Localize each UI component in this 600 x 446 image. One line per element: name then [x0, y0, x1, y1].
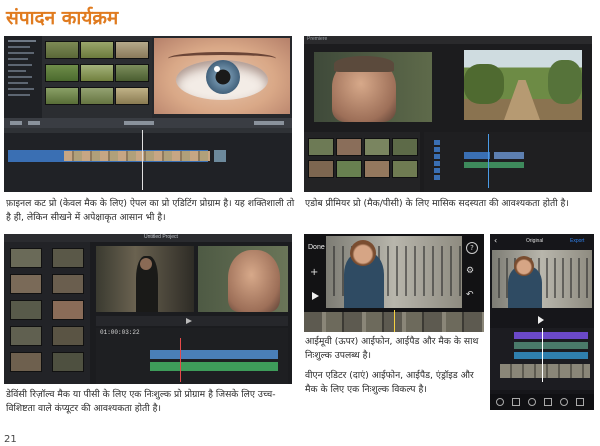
vn-editor-screenshot: ‹ Original Export — [490, 234, 594, 410]
page-title: संपादन कार्यक्रम — [6, 7, 119, 29]
clip-thumbnail[interactable] — [364, 138, 390, 156]
clip-thumbnail[interactable] — [10, 300, 42, 320]
timeline-clip[interactable] — [434, 140, 440, 180]
timeline-clip[interactable] — [514, 342, 588, 349]
premiere-caption: एडोब प्रीमियर प्रो (मैक/पीसी) के लिए मास… — [305, 198, 569, 209]
timeline — [424, 132, 592, 192]
timeline-clip[interactable] — [150, 362, 278, 371]
playhead[interactable] — [542, 328, 543, 382]
clip-thumbnail[interactable] — [52, 352, 84, 372]
bottom-toolbar — [490, 394, 594, 410]
play-icon[interactable] — [186, 318, 192, 324]
clip-thumbnail[interactable] — [80, 41, 114, 59]
project-title: Untitled Project — [144, 234, 178, 240]
timeline-clip[interactable] — [514, 352, 588, 359]
export-button[interactable]: Export — [570, 238, 584, 244]
clip-thumbnail[interactable] — [80, 64, 114, 82]
clip-thumbnail[interactable] — [10, 352, 42, 372]
app-menu-bar: Untitled Project — [4, 234, 292, 242]
timeline-viewer — [198, 246, 288, 312]
clip-thumbnail[interactable] — [45, 87, 79, 105]
premiere-pro-screenshot: Premiere — [304, 36, 592, 192]
undo-icon[interactable]: ↶ — [466, 290, 476, 300]
clip-thumbnail[interactable] — [52, 300, 84, 320]
clip-thumbnail[interactable] — [45, 64, 79, 82]
video-preview — [492, 250, 592, 308]
aspect-ratio-selector[interactable]: Original — [526, 238, 543, 244]
timeline-clip[interactable] — [500, 364, 590, 378]
media-pool — [4, 242, 90, 384]
info-icon[interactable]: ? — [466, 242, 478, 254]
clip-thumbnail[interactable] — [52, 274, 84, 294]
clip-thumbnail[interactable] — [392, 138, 418, 156]
clip-thumbnail[interactable] — [10, 326, 42, 346]
program-monitor — [464, 50, 582, 120]
play-icon[interactable] — [538, 316, 544, 324]
vn-caption: वीएन एडिटर (दाएं) आईफोन, आईपैड, एंड्रॉइड… — [305, 370, 474, 395]
imovie-caption: आईमूवी (ऊपर) आईफोन, आईपैड और मैक के साथ … — [305, 336, 479, 361]
page-number: 21 — [4, 434, 17, 445]
davinci-resolve-screenshot: Untitled Project 01:00:03:22 — [4, 234, 292, 384]
final-cut-pro-screenshot — [4, 36, 292, 192]
clip-thumbnail[interactable] — [115, 87, 149, 105]
resolve-caption: डेविंसी रिज़ॉल्व मैक या पीसी के लिए एक न… — [6, 389, 276, 414]
clip-browser — [42, 36, 152, 118]
clip-thumbnail[interactable] — [364, 160, 390, 178]
clip-thumbnail[interactable] — [80, 87, 114, 105]
clip-thumbnail[interactable] — [115, 64, 149, 82]
timeline-clip[interactable] — [464, 162, 524, 168]
gear-icon[interactable]: ⚙ — [466, 266, 476, 276]
clip-thumbnail[interactable] — [115, 41, 149, 59]
play-icon[interactable] — [312, 292, 319, 300]
clip-thumbnail[interactable] — [308, 160, 334, 178]
timeline — [4, 128, 292, 192]
transport-controls — [96, 316, 288, 326]
final-cut-caption: फ़ाइनल कट प्रो (केवल मैक के लिए) ऐपल का … — [6, 198, 295, 223]
timecode: 01:00:03:22 — [100, 329, 140, 336]
clip-thumbnail[interactable] — [308, 138, 334, 156]
source-monitor — [314, 52, 432, 122]
app-menu-bar: Premiere — [304, 36, 592, 44]
clip-thumbnail[interactable] — [10, 248, 42, 268]
chevron-left-icon[interactable]: ‹ — [494, 236, 497, 245]
clip-thumbnail[interactable] — [52, 326, 84, 346]
playhead[interactable] — [180, 338, 181, 382]
done-button[interactable]: Done — [308, 244, 325, 251]
imovie-screenshot: Done + ? ⚙ ↶ — [304, 234, 484, 332]
toolbar — [4, 118, 292, 128]
clip-thumbnail[interactable] — [45, 41, 79, 59]
video-preview — [326, 236, 462, 308]
app-label: Premiere — [307, 36, 328, 42]
clip-thumbnail[interactable] — [392, 160, 418, 178]
clip-thumbnail[interactable] — [336, 160, 362, 178]
clip-thumbnail[interactable] — [336, 138, 362, 156]
timeline-tracks — [490, 328, 594, 390]
clip-thumbnail[interactable] — [10, 274, 42, 294]
plus-icon[interactable]: + — [310, 268, 318, 278]
project-panel — [304, 132, 420, 192]
playhead[interactable] — [488, 134, 489, 188]
playhead[interactable] — [394, 310, 395, 332]
source-viewer — [96, 246, 194, 312]
timeline-clip[interactable] — [464, 152, 490, 159]
clip-thumbnail[interactable] — [52, 248, 84, 268]
timeline-clip[interactable] — [494, 152, 524, 159]
library-sidebar — [4, 36, 42, 118]
viewer — [154, 38, 290, 114]
timeline-clip[interactable] — [514, 332, 588, 339]
playhead[interactable] — [142, 130, 143, 190]
timeline: 01:00:03:22 — [96, 328, 288, 384]
timeline-clip[interactable] — [150, 350, 278, 359]
